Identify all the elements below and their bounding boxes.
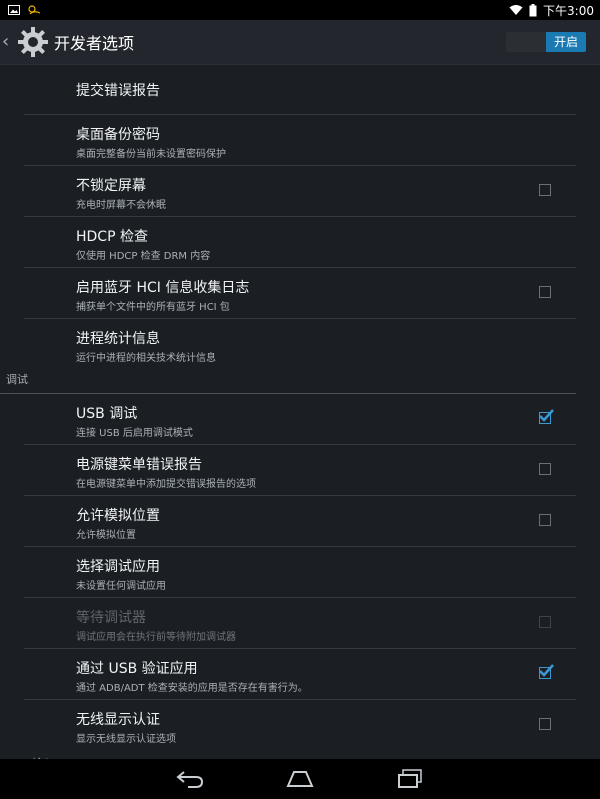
settings-gear-icon[interactable]	[16, 25, 50, 59]
developer-options-switch[interactable]: 开启	[506, 32, 586, 52]
item-title: 等待调试器	[76, 610, 146, 626]
item-title: HDCP 检查	[76, 229, 148, 245]
item-title: 无线显示认证	[76, 712, 160, 728]
wireless-display-cert-checkbox[interactable]	[539, 718, 551, 730]
list-item-bug-report[interactable]: 提交错误报告	[24, 64, 576, 115]
check-mark-icon	[539, 664, 554, 677]
up-caret-icon[interactable]: ‹	[0, 20, 16, 64]
power-menu-bug-report-checkbox[interactable]	[539, 463, 551, 475]
list-item-select-debug-app[interactable]: 选择调试应用 未设置任何调试应用	[24, 547, 576, 598]
list-item-verify-apps-usb[interactable]: 通过 USB 验证应用 通过 ADB/ADT 检查安装的应用是否存在有害行为。	[24, 649, 576, 700]
wait-for-debugger-checkbox	[539, 616, 551, 628]
list-item-hdcp-check[interactable]: HDCP 检查 仅使用 HDCP 检查 DRM 内容	[24, 217, 576, 268]
item-summary: 桌面完整备份当前未设置密码保护	[76, 149, 226, 160]
item-title: 启用蓝牙 HCI 信息收集日志	[76, 280, 250, 296]
item-title: 电源键菜单错误报告	[76, 457, 202, 473]
mock-locations-checkbox[interactable]	[539, 514, 551, 526]
bluetooth-hci-log-checkbox[interactable]	[539, 286, 551, 298]
item-title: 选择调试应用	[76, 559, 160, 575]
section-header-debug: 调试	[0, 367, 576, 394]
home-icon[interactable]	[270, 759, 330, 799]
list-item-mock-locations[interactable]: 允许模拟位置 允许模拟位置	[24, 496, 576, 547]
item-summary: 通过 ADB/ADT 检查安装的应用是否存在有害行为。	[76, 683, 308, 694]
wifi-icon	[509, 4, 523, 16]
back-icon[interactable]	[160, 759, 220, 799]
section-label: 调试	[6, 373, 28, 386]
verify-apps-usb-checkbox[interactable]	[539, 664, 554, 679]
weather-notification-icon	[26, 4, 42, 16]
item-summary: 调试应用会在执行前等待附加调试器	[76, 632, 236, 643]
check-mark-icon	[539, 409, 554, 422]
item-summary: 允许模拟位置	[76, 530, 136, 541]
item-title: 提交错误报告	[76, 83, 160, 99]
item-title: 允许模拟位置	[76, 508, 160, 524]
stay-awake-checkbox[interactable]	[539, 184, 551, 196]
action-bar: ‹ 开发者选项 开启	[0, 20, 600, 65]
item-summary: 捕获单个文件中的所有蓝牙 HCI 包	[76, 302, 230, 313]
item-summary: 仅使用 HDCP 检查 DRM 内容	[76, 251, 211, 262]
gallery-notification-icon	[8, 4, 20, 16]
list-item-wireless-display-cert[interactable]: 无线显示认证 显示无线显示认证选项	[24, 700, 576, 750]
list-item-power-menu-bug-report[interactable]: 电源键菜单错误报告 在电源键菜单中添加提交错误报告的选项	[24, 445, 576, 496]
item-title: 进程统计信息	[76, 331, 160, 347]
list-item-stay-awake[interactable]: 不锁定屏幕 充电时屏幕不会休眠	[24, 166, 576, 217]
battery-icon	[529, 3, 537, 17]
item-title: USB 调试	[76, 406, 138, 422]
recents-icon[interactable]	[380, 759, 440, 799]
list-item-usb-debugging[interactable]: USB 调试 连接 USB 后启用调试模式	[24, 394, 576, 445]
status-time: 下午3:00	[543, 3, 594, 18]
usb-debugging-checkbox[interactable]	[539, 409, 554, 424]
settings-list[interactable]: 提交错误报告 桌面备份密码 桌面完整备份当前未设置密码保护 不锁定屏幕 充电时屏…	[0, 64, 600, 759]
status-bar: 下午3:00	[0, 0, 600, 20]
item-summary: 在电源键菜单中添加提交错误报告的选项	[76, 479, 256, 490]
item-summary: 运行中进程的相关技术统计信息	[76, 353, 216, 364]
item-title: 桌面备份密码	[76, 127, 160, 143]
list-item-bluetooth-hci-log[interactable]: 启用蓝牙 HCI 信息收集日志 捕获单个文件中的所有蓝牙 HCI 包	[24, 268, 576, 319]
page-title: 开发者选项	[54, 34, 135, 53]
navigation-bar	[0, 759, 600, 799]
item-summary: 未设置任何调试应用	[76, 581, 166, 592]
item-summary: 充电时屏幕不会休眠	[76, 200, 166, 211]
item-title: 不锁定屏幕	[76, 178, 146, 194]
item-summary: 连接 USB 后启用调试模式	[76, 428, 193, 439]
switch-thumb: 开启	[546, 32, 586, 52]
item-title: 通过 USB 验证应用	[76, 661, 198, 677]
item-summary: 显示无线显示认证选项	[76, 734, 176, 745]
list-item-process-stats[interactable]: 进程统计信息 运行中进程的相关技术统计信息	[24, 319, 576, 369]
list-item-wait-for-debugger: 等待调试器 调试应用会在执行前等待附加调试器	[24, 598, 576, 649]
list-item-backup-password[interactable]: 桌面备份密码 桌面完整备份当前未设置密码保护	[24, 115, 576, 166]
